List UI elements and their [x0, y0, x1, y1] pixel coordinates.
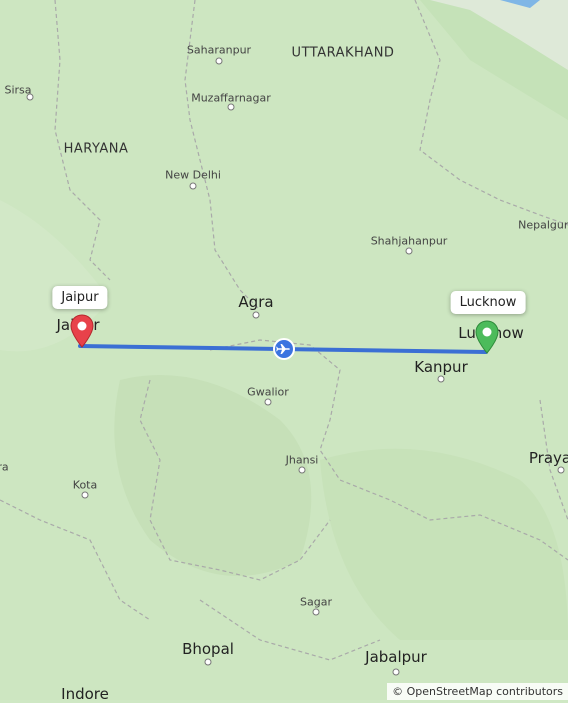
origin-callout-label: Jaipur [61, 290, 99, 305]
city-dot-shahjahanpur [405, 247, 413, 255]
city-dot-agra [252, 311, 260, 319]
state-label-haryana: HARYANA [63, 141, 129, 157]
city-label-shahjahanpur[interactable]: Shahjahanpur [371, 235, 448, 248]
city-dot-jabalpur [392, 668, 400, 676]
city-dot-gwalior [264, 398, 272, 406]
city-dot-kanpur [437, 375, 445, 383]
city-dot-muzaffarnagar [227, 103, 235, 111]
destination-callout[interactable]: Lucknow [450, 291, 526, 314]
city-label-kanpur[interactable]: Kanpur [414, 358, 467, 376]
city-dot-saharanpur [215, 57, 223, 65]
airplane-icon[interactable] [273, 338, 295, 360]
state-label-uttarakhand: UTTARAKHAND [291, 45, 395, 61]
city-dot-sirsa [26, 93, 34, 101]
city-label-edge-left: ra [0, 460, 9, 474]
origin-pin-icon[interactable] [70, 314, 94, 348]
city-label-new-delhi[interactable]: New Delhi [165, 169, 221, 182]
map-attribution[interactable]: © OpenStreetMap contributors [387, 683, 568, 700]
city-dot-jhansi [298, 466, 306, 474]
destination-pin-icon[interactable] [475, 320, 499, 354]
city-dot-prayagraj [557, 466, 565, 474]
city-label-nepalgunj[interactable]: Nepalgunj [518, 219, 568, 232]
city-label-bhopal[interactable]: Bhopal [182, 640, 234, 658]
city-label-sagar[interactable]: Sagar [300, 596, 332, 609]
destination-callout-label: Lucknow [459, 295, 517, 310]
city-label-indore[interactable]: Indore [61, 685, 109, 703]
city-label-saharanpur[interactable]: Saharanpur [187, 44, 251, 57]
city-label-gwalior[interactable]: Gwalior [247, 386, 289, 399]
city-dot-bhopal [204, 658, 212, 666]
city-dot-sagar [312, 608, 320, 616]
city-label-jhansi[interactable]: Jhansi [286, 454, 319, 467]
city-dot-new-delhi [189, 182, 197, 190]
city-label-jabalpur[interactable]: Jabalpur [365, 648, 427, 666]
origin-callout[interactable]: Jaipur [52, 286, 108, 309]
city-label-kota[interactable]: Kota [73, 479, 97, 492]
city-dot-kota [81, 491, 89, 499]
city-label-prayagraj[interactable]: Praya [529, 449, 568, 467]
city-label-agra[interactable]: Agra [238, 293, 273, 311]
